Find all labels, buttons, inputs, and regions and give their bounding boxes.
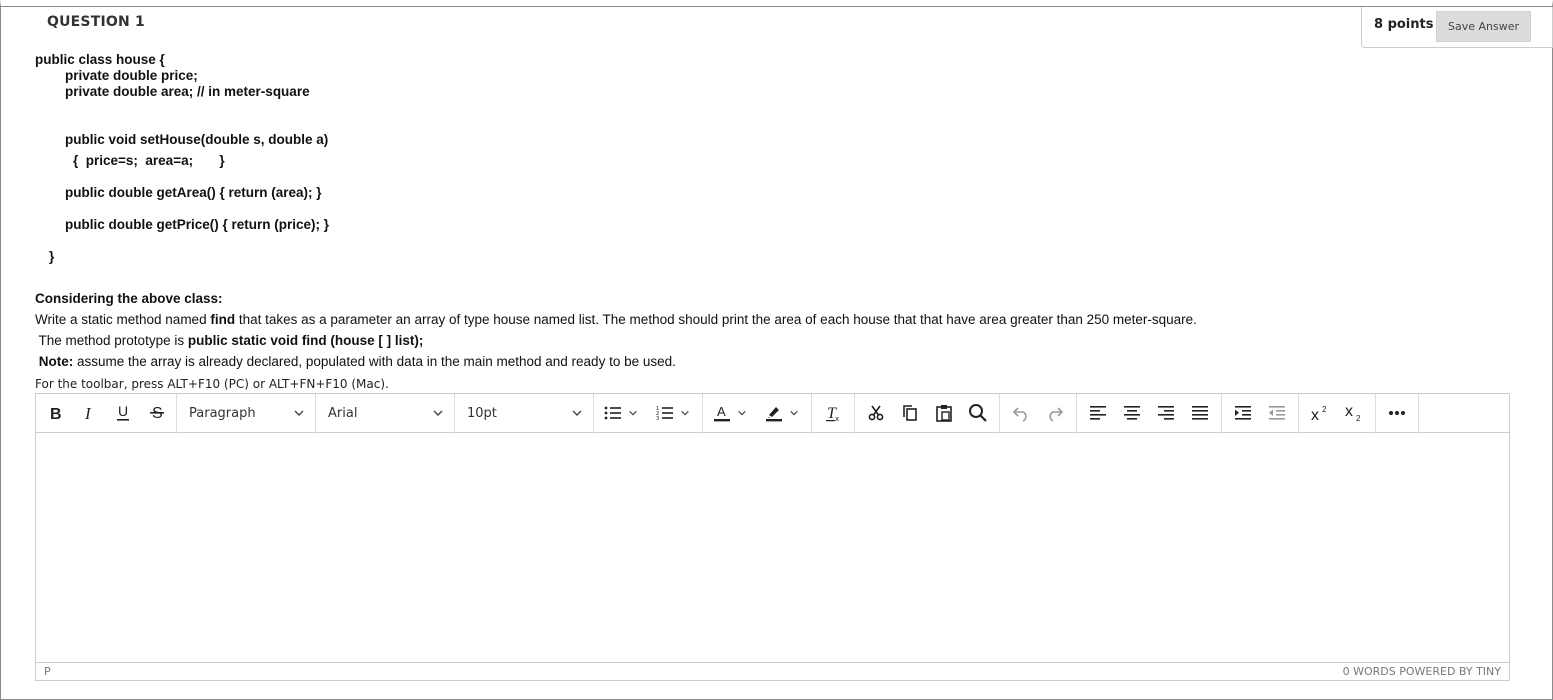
more-group [1376, 393, 1419, 433]
align-right-icon[interactable] [1149, 398, 1183, 428]
font-size-value: 10pt [467, 405, 497, 421]
prompt-line-3: Note: assume the array is already declar… [35, 354, 676, 369]
svg-text:B: B [50, 406, 62, 421]
superscript-icon[interactable]: x2 [1303, 398, 1337, 428]
chevron-down-icon [294, 410, 304, 416]
alignment-group [1077, 393, 1222, 433]
undo-icon[interactable] [1004, 398, 1038, 428]
history-group [1000, 393, 1077, 433]
indent-icon[interactable] [1226, 398, 1260, 428]
code-line: private double price; [65, 68, 198, 83]
prompt-prototype: public static void find (house [ ] list)… [187, 333, 424, 348]
more-icon[interactable] [1380, 398, 1414, 428]
prompt-line-2: The method prototype is public static vo… [35, 333, 424, 348]
text-color-icon[interactable]: A [705, 398, 757, 428]
svg-text:x: x [1311, 407, 1319, 422]
numbered-list-icon[interactable]: 123 [648, 398, 700, 428]
editor-toolbar: B I U S Paragraph Arial 10pt [36, 393, 1509, 433]
italic-icon[interactable]: I [72, 398, 106, 428]
color-group: A [703, 393, 812, 433]
prompt-text: The method prototype is [35, 333, 188, 348]
prompt-line-1: Write a static method named find that ta… [35, 312, 1197, 327]
script-group: x2 x2 [1299, 393, 1376, 433]
word-count-and-branding[interactable]: 0 WORDS POWERED BY TINY [1343, 665, 1501, 678]
rich-text-editor: B I U S Paragraph Arial 10pt [35, 393, 1510, 681]
underline-icon[interactable]: U [106, 398, 140, 428]
text-style-group: B I U S [36, 393, 177, 433]
bold-icon[interactable]: B [38, 398, 72, 428]
prompt-text: that takes as a parameter an array of ty… [235, 312, 1197, 327]
code-line: { price=s; area=a; } [73, 153, 225, 168]
block-format-value: Paragraph [189, 405, 256, 421]
cut-icon[interactable] [859, 398, 893, 428]
toolbar-hint: For the toolbar, press ALT+F10 (PC) or A… [35, 377, 389, 391]
svg-text:3: 3 [656, 416, 659, 421]
code-line: public double getPrice() { return (price… [65, 217, 330, 232]
clear-format-group: Tx [812, 393, 855, 433]
svg-text:2: 2 [1356, 414, 1361, 422]
top-divider [0, 6, 1553, 7]
element-path[interactable]: P [44, 665, 51, 678]
clipboard-group [855, 393, 1000, 433]
prompt-note-label: Note: [35, 354, 74, 369]
align-center-icon[interactable] [1115, 398, 1149, 428]
question-title: QUESTION 1 [47, 14, 145, 30]
font-family-select[interactable]: Arial [316, 393, 455, 433]
list-group: 123 [594, 393, 703, 433]
code-line: public void setHouse(double s, double a) [65, 132, 329, 147]
points-panel: 8 points Save Answer [1361, 7, 1553, 48]
copy-icon[interactable] [893, 398, 927, 428]
svg-text:I: I [84, 405, 92, 421]
paste-icon[interactable] [927, 398, 961, 428]
prompt-text: Write a static method named [35, 312, 211, 327]
outdent-icon[interactable] [1260, 398, 1294, 428]
font-family-value: Arial [328, 405, 358, 421]
align-left-icon[interactable] [1081, 398, 1115, 428]
svg-text:2: 2 [1322, 405, 1327, 414]
prompt-text: assume the array is already declared, po… [73, 354, 676, 369]
save-answer-button[interactable]: Save Answer [1436, 11, 1531, 42]
chevron-down-icon [433, 410, 443, 416]
find-icon[interactable] [961, 398, 995, 428]
code-line: } [49, 249, 55, 264]
code-line: private double area; // in meter-square [65, 84, 310, 99]
font-size-select[interactable]: 10pt [455, 393, 594, 433]
justify-icon[interactable] [1183, 398, 1217, 428]
code-line: public double getArea() { return (area);… [65, 185, 322, 200]
chevron-down-icon [572, 410, 582, 416]
svg-text:x: x [835, 415, 839, 422]
svg-text:U: U [118, 404, 128, 419]
code-line: public class house { [35, 52, 165, 67]
svg-text:x: x [1345, 404, 1353, 420]
svg-text:A: A [717, 404, 726, 419]
editor-content-area[interactable] [36, 434, 1509, 662]
points-label: 8 points [1374, 17, 1434, 32]
bullet-list-icon[interactable] [596, 398, 648, 428]
prompt-heading: Considering the above class: [35, 291, 223, 306]
clear-formatting-icon[interactable]: Tx [816, 398, 850, 428]
redo-icon[interactable] [1038, 398, 1072, 428]
highlight-icon[interactable] [757, 398, 809, 428]
editor-statusbar: P 0 WORDS POWERED BY TINY [36, 662, 1509, 680]
subscript-icon[interactable]: x2 [1337, 398, 1371, 428]
strikethrough-icon[interactable]: S [140, 398, 174, 428]
prompt-method-name: find [210, 312, 236, 327]
block-format-select[interactable]: Paragraph [177, 393, 316, 433]
indent-group [1222, 393, 1299, 433]
